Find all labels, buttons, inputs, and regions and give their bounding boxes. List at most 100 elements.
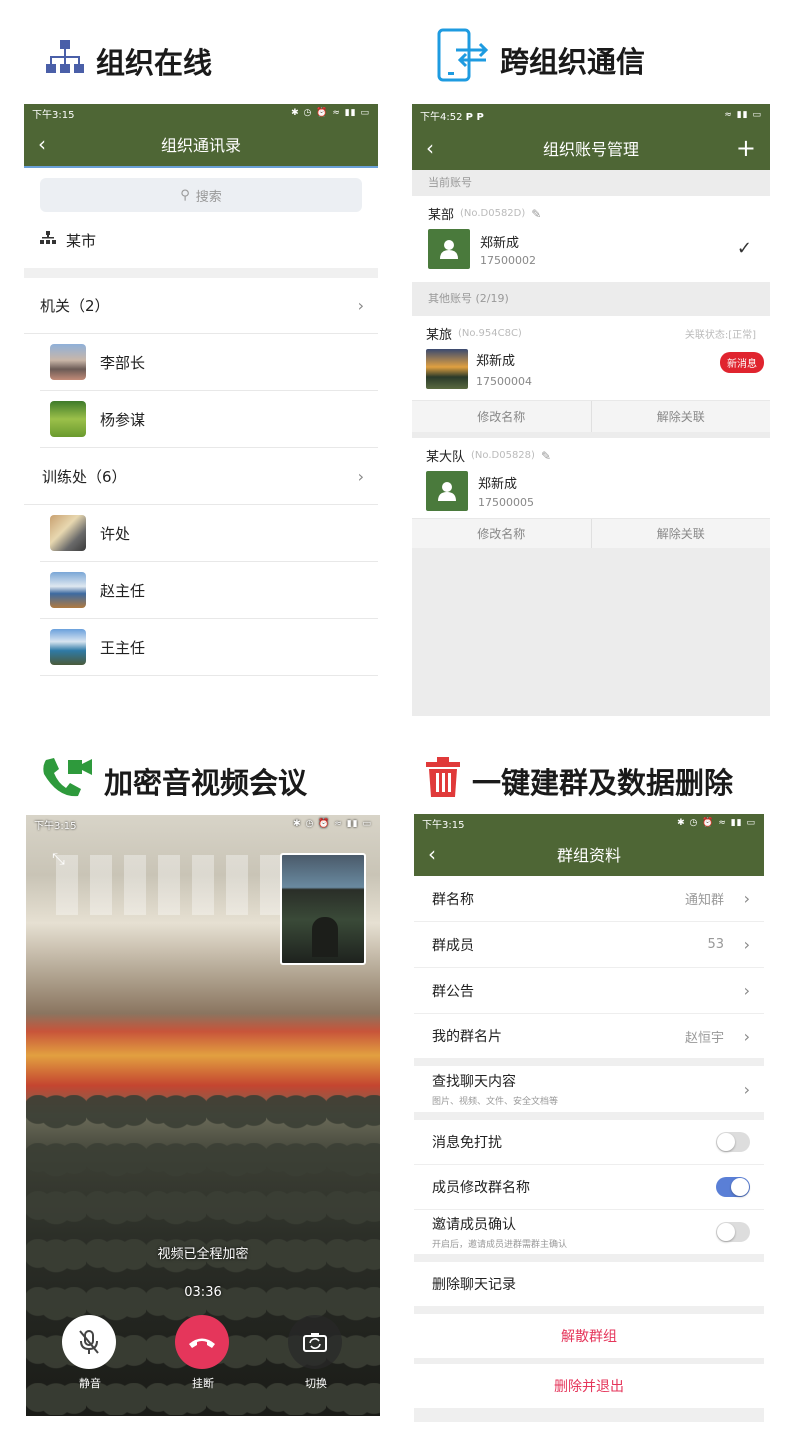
group-label: 训练处（6） bbox=[42, 467, 127, 486]
mic-off-icon bbox=[79, 1330, 99, 1354]
chevron-right-icon: › bbox=[743, 1079, 750, 1099]
group-row[interactable]: 训练处（6） › bbox=[24, 448, 378, 505]
switch-camera-control[interactable]: 切换 bbox=[288, 1315, 344, 1391]
other-account-card[interactable]: 某旅 (No.954C8C) 关联状态:[正常] 新消息 郑新成 1750000… bbox=[412, 316, 770, 432]
user-avatar-icon bbox=[428, 229, 470, 269]
back-button[interactable]: ‹ bbox=[426, 138, 434, 158]
status-time: 下午3:15 bbox=[32, 109, 75, 121]
trash-icon bbox=[424, 756, 462, 805]
status-icons: ≈ ▮▮ ▭ bbox=[724, 110, 762, 120]
nav-bar: ‹ 群组资料 bbox=[414, 832, 764, 876]
chevron-right-icon: › bbox=[743, 1026, 750, 1046]
group-label: 机关（2） bbox=[40, 297, 110, 315]
status-bar: 下午3:15 ✱ ◷ ⏰ ≈ ▮▮ ▭ bbox=[26, 815, 380, 833]
search-chat-row[interactable]: 查找聊天内容 图片、视频、文件、安全文档等 › bbox=[414, 1066, 764, 1112]
status-bar: 下午3:15 ✱ ◷ ⏰ ≈ ▮▮ ▭ bbox=[414, 814, 764, 832]
status-icons: ✱ ◷ ⏰ ≈ ▮▮ ▭ bbox=[293, 819, 372, 829]
phone-transfer-icon bbox=[436, 28, 490, 91]
phone-org-directory: 下午3:15 ✱ ◷ ⏰ ≈ ▮▮ ▭ ‹ 组织通讯录 ⚲ 搜索 某市 机关（2… bbox=[24, 104, 378, 716]
member-name: 杨参谋 bbox=[100, 410, 146, 429]
check-icon: ✓ bbox=[736, 238, 752, 259]
group-row[interactable]: 机关（2） › bbox=[24, 278, 378, 334]
mute-control[interactable]: 静音 bbox=[62, 1315, 118, 1391]
row-value: 53 bbox=[707, 937, 724, 952]
section-title-cross-org: 跨组织通信 bbox=[436, 28, 645, 91]
row-sublabel: 图片、视频、文件、安全文档等 bbox=[432, 1097, 559, 1107]
member-row[interactable]: 许处 bbox=[40, 505, 378, 562]
search-input[interactable]: ⚲ 搜索 bbox=[40, 178, 362, 212]
status-bar: 下午3:15 ✱ ◷ ⏰ ≈ ▮▮ ▭ bbox=[24, 104, 378, 122]
section-title-text: 跨组织通信 bbox=[500, 44, 646, 79]
edit-icon[interactable]: ✎ bbox=[531, 207, 541, 221]
status-icons: ✱ ◷ ⏰ ≈ ▮▮ ▭ bbox=[291, 108, 370, 118]
other-accounts-header: 其他账号 (2/19) bbox=[428, 292, 509, 305]
dnd-toggle[interactable] bbox=[716, 1132, 750, 1152]
row-value: 通知群 bbox=[684, 893, 724, 908]
other-account-card[interactable]: 某大队 (No.D05828) ✎ 郑新成 17500005 修改名称 解除关联 bbox=[412, 438, 770, 548]
members-row[interactable]: 群成员 53 › bbox=[414, 922, 764, 968]
camera-switch-icon bbox=[303, 1333, 327, 1352]
nav-bar: ‹ 组织通讯录 bbox=[24, 122, 378, 168]
search-placeholder: 搜索 bbox=[195, 189, 222, 205]
switch-label: 切换 bbox=[305, 1377, 327, 1390]
rename-button[interactable]: 修改名称 bbox=[412, 401, 592, 432]
account-org-line: 某部 (No.D0582D) ✎ bbox=[428, 204, 754, 224]
status-time: 下午4:52 bbox=[420, 111, 463, 123]
phone-group-info: 下午3:15 ✱ ◷ ⏰ ≈ ▮▮ ▭ ‹ 群组资料 群名称 通知群 › 群成员… bbox=[414, 814, 764, 1422]
back-button[interactable]: ‹ bbox=[428, 844, 436, 864]
invite-confirm-row: 邀请成员确认 开启后，邀请成员进群需群主确认 bbox=[414, 1210, 764, 1254]
row-label: 我的群名片 bbox=[432, 1029, 502, 1045]
current-account-card[interactable]: 某部 (No.D0582D) ✎ 郑新成 17500002 ✓ bbox=[412, 196, 770, 282]
hangup-control[interactable]: 挂断 bbox=[175, 1315, 231, 1391]
section-title-org-online: 组织在线 bbox=[44, 38, 212, 83]
edit-icon[interactable]: ✎ bbox=[541, 449, 551, 463]
delete-exit-button[interactable]: 删除并退出 bbox=[414, 1364, 764, 1408]
account-user: 郑新成 17500005 bbox=[426, 471, 756, 511]
member-row[interactable]: 杨参谋 bbox=[40, 391, 378, 448]
member-row[interactable]: 李部长 bbox=[40, 334, 378, 391]
encryption-notice: 视频已全程加密 bbox=[157, 1247, 249, 1262]
section-title-text: 组织在线 bbox=[96, 45, 213, 80]
row-label: 群成员 bbox=[432, 937, 474, 954]
search-icon: ⚲ bbox=[180, 187, 190, 203]
page-title: 组织通讯录 bbox=[160, 136, 241, 155]
hangup-button[interactable] bbox=[175, 1315, 229, 1369]
current-account-header: 当前账号 bbox=[428, 176, 472, 189]
row-label: 成员修改群名称 bbox=[432, 1180, 530, 1196]
dissolve-group-button[interactable]: 解散群组 bbox=[414, 1314, 764, 1358]
group-name-row[interactable]: 群名称 通知群 › bbox=[414, 876, 764, 922]
avatar bbox=[50, 401, 86, 437]
account-user: 郑新成 17500004 bbox=[426, 349, 756, 389]
back-button[interactable]: ‹ bbox=[38, 134, 46, 154]
avatar bbox=[50, 515, 86, 551]
rename-button[interactable]: 修改名称 bbox=[412, 519, 592, 548]
invite-confirm-toggle[interactable] bbox=[716, 1222, 750, 1242]
account-name: 郑新成 bbox=[480, 235, 520, 251]
unlink-button[interactable]: 解除关联 bbox=[592, 519, 771, 548]
member-row[interactable]: 赵主任 bbox=[40, 562, 378, 619]
unlink-button[interactable]: 解除关联 bbox=[592, 401, 771, 432]
mute-button[interactable] bbox=[62, 1315, 116, 1369]
row-value: 赵恒宇 bbox=[684, 1030, 724, 1046]
local-video-preview[interactable] bbox=[280, 853, 366, 965]
member-row[interactable]: 王主任 bbox=[40, 619, 378, 676]
clear-history-button[interactable]: 删除聊天记录 bbox=[414, 1262, 764, 1306]
switch-camera-button[interactable] bbox=[288, 1315, 342, 1369]
chevron-right-icon: › bbox=[357, 466, 364, 486]
avatar bbox=[50, 629, 86, 665]
group-card-row[interactable]: 我的群名片 赵恒宇 › bbox=[414, 1014, 764, 1058]
account-no: (No.954C8C) bbox=[458, 328, 522, 339]
member-rename-toggle[interactable] bbox=[716, 1177, 750, 1197]
page-title: 组织账号管理 bbox=[542, 140, 639, 159]
row-label: 消息免打扰 bbox=[432, 1135, 502, 1151]
minimize-icon[interactable]: ⤡ bbox=[52, 849, 65, 869]
org-tree-icon bbox=[44, 38, 86, 83]
org-root-row[interactable]: 某市 bbox=[24, 212, 378, 278]
chevron-right-icon: › bbox=[743, 935, 750, 954]
notice-row[interactable]: 群公告 › bbox=[414, 968, 764, 1014]
add-account-button[interactable]: + bbox=[736, 136, 756, 160]
hangup-label: 挂断 bbox=[192, 1377, 214, 1390]
button-label: 解散群组 bbox=[561, 1329, 617, 1345]
phone-video-call: 下午3:15 ✱ ◷ ⏰ ≈ ▮▮ ▭ ⤡ 视频已全程加密 03:36 静音 挂… bbox=[26, 815, 380, 1416]
account-actions: 修改名称 解除关联 bbox=[412, 518, 770, 548]
